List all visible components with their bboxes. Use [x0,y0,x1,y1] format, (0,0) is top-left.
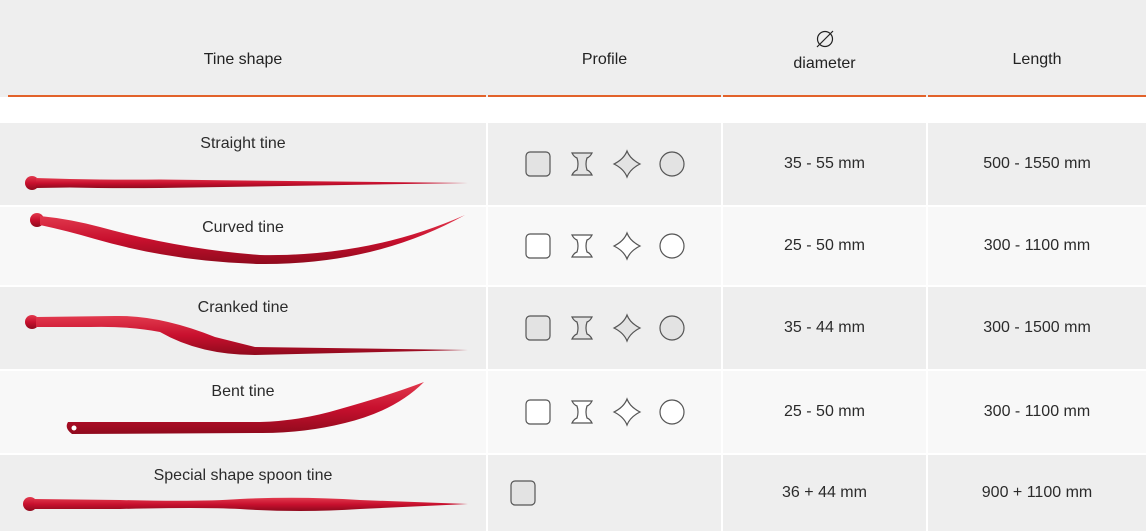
tine-shape-cell: Bent tine [0,371,486,453]
star-profile-icon [612,313,641,343]
circle-profile-icon [658,315,685,341]
profile-cell [488,287,721,369]
length-cell: 300 - 1500 mm [928,287,1146,369]
tine-shape-cell: Special shape spoon tine [0,455,486,531]
diameter-cell: 25 - 50 mm [723,207,926,285]
double-t-profile-icon [570,234,593,258]
table-row: Cranked tine 35 - 44 mm 300 - 1500 mm [0,287,1146,369]
length-cell: 300 - 1100 mm [928,207,1146,285]
diameter-cell: 35 - 55 mm [723,123,926,205]
profile-icons [524,397,686,427]
double-t-profile-icon [570,316,593,340]
tine-shape-cell: Cranked tine [0,287,486,369]
profile-cell [488,371,721,453]
diameter-cell: 35 - 44 mm [723,287,926,369]
header-length: Length [1012,50,1062,68]
double-t-profile-icon [570,152,593,176]
tine-spec-table: Tine shape Profile diameter Length Strai… [0,0,1146,531]
double-t-profile-icon [570,400,593,424]
square-profile-icon [524,151,551,177]
circle-profile-icon [658,399,685,425]
table-row: Curved tine 25 - 50 mm 300 - 1100 mm [0,207,1146,285]
profile-cell [488,207,721,285]
table-header: Tine shape Profile diameter Length [0,0,1146,97]
profile-icons [524,313,686,343]
star-profile-icon [612,231,641,261]
circle-profile-icon [658,151,685,177]
tine-name: Cranked tine [197,299,289,316]
square-profile-icon [510,480,536,506]
tine-name: Special shape spoon tine [153,467,333,484]
star-profile-icon [612,149,641,179]
square-profile-icon [524,233,551,259]
length-cell: 300 - 1100 mm [928,371,1146,453]
header-profile: Profile [581,50,628,68]
square-profile-icon [524,399,551,425]
tine-shape-cell: Straight tine [0,123,486,205]
length-cell: 900 + 1100 mm [928,455,1146,531]
header-diameter: diameter [723,0,926,97]
table-row: Special shape spoon tine 36 + 44 mm 900 + … [0,455,1146,531]
diameter-cell: 25 - 50 mm [723,371,926,453]
square-profile-icon [524,315,551,341]
diameter-symbol-icon [816,30,833,47]
tine-shape-cell: Curved tine [0,207,486,285]
profile-icons [524,149,686,179]
tine-name: Bent tine [211,383,275,400]
circle-profile-icon [658,233,685,259]
table-row: Straight tine 35 - 55 mm 500 - 1550 mm [0,123,1146,205]
table-row: Bent tine 25 - 50 mm 300 - 1100 mm [0,371,1146,453]
diameter-cell: 36 + 44 mm [723,455,926,531]
star-profile-icon [612,397,641,427]
tine-name: Curved tine [202,219,284,236]
profile-cell [488,455,721,531]
profile-cell [488,123,721,205]
profile-icons [524,231,686,261]
tine-name: Straight tine [200,135,286,152]
header-tine-shape: Tine shape [203,50,283,68]
header-spacer [0,97,1146,123]
profile-icons [509,479,537,507]
length-cell: 500 - 1550 mm [928,123,1146,205]
